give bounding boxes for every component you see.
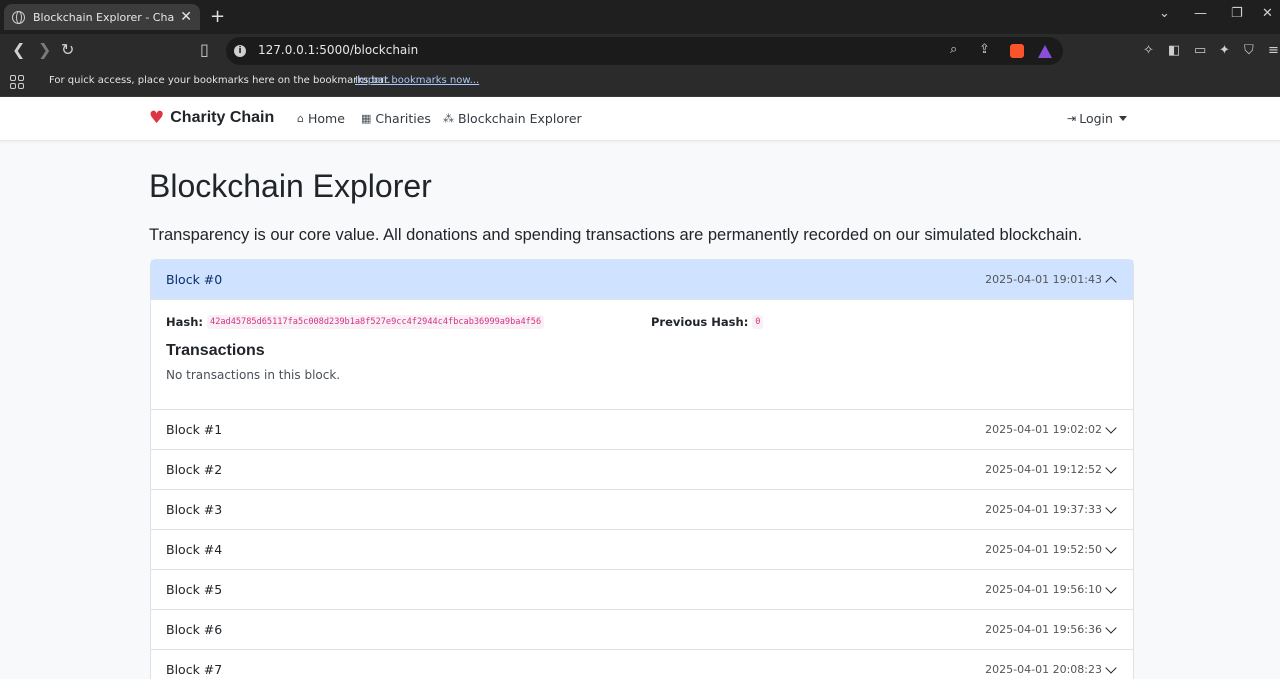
block-header[interactable]: Block #4 2025-04-01 19:52:50: [151, 530, 1133, 570]
block-label: Block #3: [166, 502, 223, 517]
chevron-down-icon: [1105, 502, 1117, 514]
brand-link[interactable]: ♥ Charity Chain: [149, 108, 274, 128]
previous-hash-value: 0: [752, 315, 764, 329]
block-timestamp: 2025-04-01 19:37:33: [985, 503, 1102, 516]
nav-blockchain-explorer-label: Blockchain Explorer: [458, 111, 582, 126]
block-header[interactable]: Block #1 2025-04-01 19:02:02: [151, 410, 1133, 450]
login-label: Login: [1079, 111, 1113, 126]
block-header[interactable]: Block #6 2025-04-01 19:56:36: [151, 610, 1133, 650]
block-timestamp: 2025-04-01 19:01:43: [985, 273, 1102, 286]
bookmarks-bar: For quick access, place your bookmarks h…: [0, 68, 1280, 97]
diagram-icon: ⁂: [443, 112, 454, 125]
apps-grid-icon[interactable]: [10, 75, 24, 89]
minimize-icon[interactable]: —: [1194, 6, 1207, 21]
block-body: Hash: 42ad45785d65117fa5c008d239b1a8f527…: [151, 300, 1133, 410]
bookmark-icon[interactable]: ▯: [200, 40, 209, 59]
block-header[interactable]: Block #2 2025-04-01 19:12:52: [151, 450, 1133, 490]
chevron-up-icon: [1105, 276, 1117, 288]
address-bar[interactable]: i 127.0.0.1:5000/blockchain ⌕ ⇪: [226, 37, 1063, 65]
vpn-icon[interactable]: ⛉: [1244, 43, 1254, 58]
browser-titlebar: Blockchain Explorer - Charity Cl ✕ + ⌄ —…: [0, 0, 1280, 34]
block-timestamp: 2025-04-01 19:56:36: [985, 623, 1102, 636]
window-close-icon[interactable]: ✕: [1262, 6, 1273, 21]
block-header[interactable]: Block #3 2025-04-01 19:37:33: [151, 490, 1133, 530]
browser-tab[interactable]: Blockchain Explorer - Charity Cl ✕: [4, 4, 200, 30]
url-text[interactable]: 127.0.0.1:5000/blockchain: [258, 43, 418, 57]
heart-pulse-icon: ♥: [149, 108, 165, 128]
reload-icon[interactable]: ↻: [61, 40, 74, 59]
chevron-down-icon: [1105, 662, 1117, 674]
extensions-icon[interactable]: ✧: [1143, 43, 1154, 58]
block-timestamp: 2025-04-01 19:56:10: [985, 583, 1102, 596]
building-icon: ▦: [361, 112, 372, 125]
block-timestamp: 2025-04-01 19:02:02: [985, 423, 1102, 436]
site-navbar: ♥ Charity Chain ⌂ Home ▦ Charities ⁂ Blo…: [0, 97, 1280, 141]
block-label: Block #6: [166, 622, 223, 637]
chevron-down-icon: [1105, 462, 1117, 474]
brave-shields-icon[interactable]: [1010, 44, 1024, 58]
page-title: Blockchain Explorer: [149, 168, 432, 204]
nav-charities-label: Charities: [375, 111, 431, 126]
globe-icon: [12, 10, 25, 24]
house-icon: ⌂: [297, 112, 304, 125]
login-dropdown[interactable]: ⇥ Login: [1067, 111, 1127, 126]
nav-home[interactable]: ⌂ Home: [297, 111, 345, 126]
block-timestamp: 2025-04-01 20:08:23: [985, 663, 1102, 676]
site-info-icon[interactable]: i: [234, 45, 246, 57]
nav-charities[interactable]: ▦ Charities: [361, 111, 431, 126]
tab-title: Blockchain Explorer - Charity Cl: [33, 10, 175, 24]
block-header[interactable]: Block #5 2025-04-01 19:56:10: [151, 570, 1133, 610]
block-header[interactable]: Block #7 2025-04-01 20:08:23: [151, 650, 1133, 679]
import-bookmarks-link[interactable]: Import bookmarks now...: [355, 75, 479, 86]
forward-icon[interactable]: ❯: [38, 40, 51, 59]
zoom-icon[interactable]: ⌕: [950, 42, 957, 57]
tab-search-icon[interactable]: ⌄: [1159, 6, 1170, 21]
chevron-down-icon: [1105, 422, 1117, 434]
chevron-down-icon: [1105, 542, 1117, 554]
nav-blockchain-explorer[interactable]: ⁂ Blockchain Explorer: [443, 111, 582, 126]
hash-value: 42ad45785d65117fa5c008d239b1a8f527e9cc4f…: [207, 315, 545, 329]
no-transactions-text: No transactions in this block.: [166, 368, 341, 382]
login-icon: ⇥: [1067, 112, 1077, 125]
block-header-open[interactable]: Block #0 2025-04-01 19:01:43: [151, 260, 1133, 300]
wallet-icon[interactable]: ▭: [1194, 43, 1206, 58]
brave-rewards-icon[interactable]: [1038, 45, 1052, 58]
block-label: Block #1: [166, 422, 223, 437]
back-icon[interactable]: ❮: [12, 40, 25, 59]
block-timestamp: 2025-04-01 19:12:52: [985, 463, 1102, 476]
menu-icon[interactable]: ≡: [1268, 43, 1279, 58]
brand-name: Charity Chain: [170, 109, 275, 126]
leo-icon[interactable]: ✦: [1219, 43, 1230, 58]
previous-hash-row: Previous Hash: 0: [651, 315, 764, 329]
block-timestamp: 2025-04-01 19:52:50: [985, 543, 1102, 556]
block-label: Block #0: [166, 272, 223, 287]
bookmarks-hint: For quick access, place your bookmarks h…: [49, 75, 391, 86]
caret-down-icon: [1118, 116, 1127, 121]
sidebar-icon[interactable]: ◧: [1168, 43, 1180, 58]
chevron-down-icon: [1105, 622, 1117, 634]
blocks-accordion: Block #0 2025-04-01 19:01:43 Hash: 42ad4…: [150, 259, 1134, 679]
block-label: Block #4: [166, 542, 223, 557]
page-lead: Transparency is our core value. All dona…: [149, 226, 1083, 244]
block-label: Block #7: [166, 662, 223, 677]
browser-toolbar: ❮ ❯ ↻ ▯ i 127.0.0.1:5000/blockchain ⌕ ⇪ …: [0, 34, 1280, 68]
chevron-down-icon: [1105, 582, 1117, 594]
close-tab-icon[interactable]: ✕: [180, 9, 192, 25]
nav-home-label: Home: [307, 111, 345, 126]
hash-row: Hash: 42ad45785d65117fa5c008d239b1a8f527…: [166, 315, 545, 329]
new-tab-icon[interactable]: +: [210, 6, 225, 27]
share-icon[interactable]: ⇪: [979, 42, 990, 57]
transactions-heading: Transactions: [166, 342, 265, 359]
previous-hash-label: Previous Hash:: [651, 315, 749, 329]
hash-label: Hash:: [166, 315, 204, 329]
block-list: Block #1 2025-04-01 19:02:02 Block #2 2025-…: [151, 410, 1133, 679]
block-label: Block #2: [166, 462, 223, 477]
block-label: Block #5: [166, 582, 223, 597]
restore-icon[interactable]: ❐: [1231, 6, 1243, 21]
